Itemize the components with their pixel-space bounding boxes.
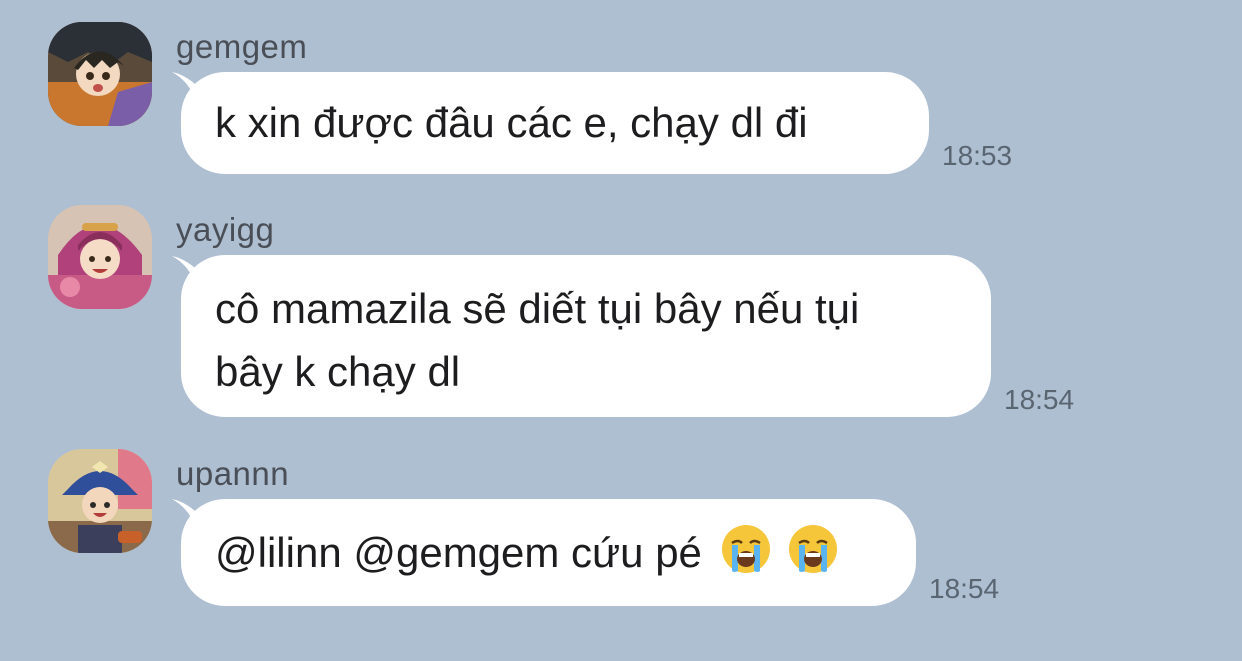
- message-bubble[interactable]: @lilinn @gemgem cứu pé: [181, 499, 916, 606]
- message-timestamp: 18:54: [929, 573, 1000, 604]
- message-text: @lilinn @gemgem cứu pé: [215, 529, 702, 576]
- avatar[interactable]: [48, 22, 152, 126]
- avatar[interactable]: [48, 449, 152, 553]
- message-text: k xin được đâu các e, chạy dl đi: [215, 99, 808, 146]
- avatar-image: [48, 22, 152, 126]
- message-timestamp: 18:54: [1004, 384, 1075, 415]
- message-timestamp: 18:53: [942, 140, 1013, 171]
- message-text-line: bây k chạy dl: [215, 348, 461, 395]
- sender-name: yayigg: [176, 211, 275, 248]
- loudly-crying-face-icon: [789, 525, 838, 573]
- message-text-line: cô mamazila sẽ diết tụi bây nếu tụi: [215, 285, 860, 332]
- sender-name: upannn: [176, 455, 290, 492]
- message-bubble[interactable]: k xin được đâu các e, chạy dl đi: [181, 72, 929, 174]
- avatar-image: [48, 205, 152, 309]
- message-bubble[interactable]: cô mamazila sẽ diết tụi bây nếu tụi bây …: [181, 255, 991, 417]
- avatar-image: [48, 449, 152, 553]
- avatar[interactable]: [48, 205, 152, 309]
- sender-name: gemgem: [176, 28, 308, 65]
- loudly-crying-face-icon: [721, 525, 770, 573]
